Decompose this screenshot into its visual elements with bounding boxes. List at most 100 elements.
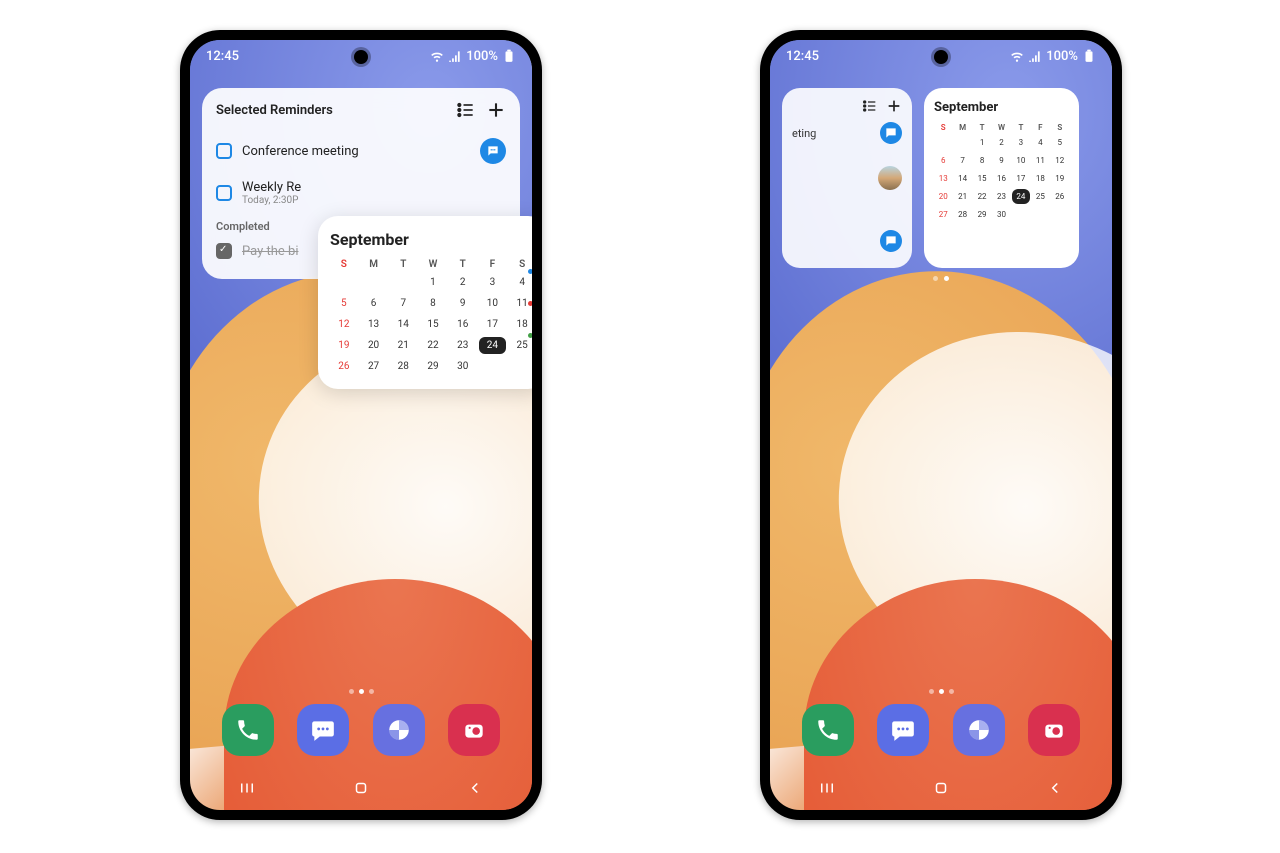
calendar-day[interactable]: 20 [360,337,388,354]
home-button[interactable] [932,779,950,801]
chat-icon[interactable] [880,122,902,144]
list-icon[interactable] [862,98,878,114]
wifi-icon [1010,49,1024,63]
calendar-day[interactable]: 23 [449,337,477,354]
calendar-day[interactable]: 12 [1051,153,1069,168]
page-indicator [190,689,532,694]
recents-button[interactable] [818,779,836,801]
calendar-day[interactable]: 6 [934,153,952,168]
calendar-day[interactable]: 3 [1012,135,1030,150]
calendar-day[interactable]: 7 [389,295,417,312]
calendar-day[interactable]: 20 [934,189,952,204]
calendar-day[interactable]: 16 [992,171,1010,186]
calendar-day[interactable]: 17 [1012,171,1030,186]
calendar-day[interactable]: 19 [1051,171,1069,186]
calendar-day[interactable]: 16 [449,316,477,333]
calendar-day [934,135,952,150]
calendar-day[interactable]: 19 [330,337,358,354]
reminder-item[interactable]: Weekly Re Today, 2:30P [216,172,506,214]
camera-app[interactable] [448,704,500,756]
calendar-day[interactable]: 11 [1031,153,1049,168]
calendar-day[interactable]: 27 [360,358,388,375]
calendar-day[interactable]: 22 [973,189,991,204]
calendar-day[interactable]: 14 [389,316,417,333]
calendar-day[interactable]: 15 [419,316,447,333]
chat-icon[interactable] [880,230,902,252]
calendar-day[interactable]: 8 [419,295,447,312]
calendar-event[interactable]: M3 [528,330,532,350]
calendar-day [1051,207,1069,222]
checkbox-done-icon[interactable] [216,243,232,259]
photo-badge [878,166,902,190]
checkbox-icon[interactable] [216,185,232,201]
calendar-day[interactable]: 9 [449,295,477,312]
messages-app[interactable] [297,704,349,756]
plus-icon[interactable] [886,98,902,114]
calendar-day[interactable]: 1 [419,274,447,291]
calendar-day[interactable]: 18 [1031,171,1049,186]
battery-icon [1082,49,1096,63]
back-button[interactable] [466,779,484,801]
calendar-day[interactable]: 21 [389,337,417,354]
calendar-day[interactable]: 29 [419,358,447,375]
calendar-day[interactable]: 29 [973,207,991,222]
calendar-day[interactable]: 3 [479,274,507,291]
wifi-icon [430,49,444,63]
calendar-day[interactable]: 14 [953,171,971,186]
calendar-day[interactable]: 28 [953,207,971,222]
calendar-day[interactable]: 12 [330,316,358,333]
calendar-day[interactable]: 30 [992,207,1010,222]
calendar-widget[interactable]: September SMTWTFS12345678910111213141516… [318,216,532,389]
calendar-day[interactable]: 2 [992,135,1010,150]
calendar-day[interactable]: 5 [1051,135,1069,150]
calendar-event[interactable]: DA [528,266,532,286]
calendar-day[interactable]: 21 [953,189,971,204]
calendar-widget-compact[interactable]: September SMTWTFS12345678910111213141516… [924,88,1079,268]
calendar-day[interactable]: 15 [973,171,991,186]
calendar-day[interactable]: 27 [934,207,952,222]
reminders-widget-compact[interactable]: eting [782,88,912,268]
calendar-day[interactable]: 30 [449,358,477,375]
calendar-day[interactable]: 4 [1031,135,1049,150]
browser-app[interactable] [373,704,425,756]
calendar-day [1012,207,1030,222]
calendar-day[interactable]: 13 [360,316,388,333]
list-icon[interactable] [456,100,476,120]
dock [190,704,532,756]
calendar-day[interactable]: 26 [1051,189,1069,204]
home-button[interactable] [352,779,370,801]
calendar-day[interactable]: 5 [330,295,358,312]
calendar-day[interactable]: 10 [479,295,507,312]
calendar-day[interactable]: 24 [479,337,507,354]
calendar-day[interactable]: 17 [479,316,507,333]
calendar-day[interactable]: 22 [419,337,447,354]
camera-app[interactable] [1028,704,1080,756]
back-button[interactable] [1046,779,1064,801]
checkbox-icon[interactable] [216,143,232,159]
calendar-day[interactable]: 8 [973,153,991,168]
messages-app[interactable] [877,704,929,756]
chat-icon[interactable] [480,138,506,164]
calendar-day[interactable]: 26 [330,358,358,375]
phone-app[interactable] [802,704,854,756]
calendar-day[interactable]: 2 [449,274,477,291]
calendar-day [389,274,417,291]
screen: 12:45 100% eting [770,40,1112,810]
calendar-day[interactable]: 6 [360,295,388,312]
calendar-day[interactable]: 7 [953,153,971,168]
browser-app[interactable] [953,704,1005,756]
reminder-item[interactable]: Conference meeting [216,130,506,172]
calendar-event[interactable]: S11 [528,298,532,318]
calendar-day[interactable]: 9 [992,153,1010,168]
calendar-day[interactable]: 1 [973,135,991,150]
reminders-title: Selected Reminders [216,103,333,118]
recents-button[interactable] [238,779,256,801]
calendar-day[interactable]: 28 [389,358,417,375]
plus-icon[interactable] [486,100,506,120]
calendar-day[interactable]: 25 [1031,189,1049,204]
calendar-day[interactable]: 13 [934,171,952,186]
calendar-day[interactable]: 24 [1012,189,1030,204]
calendar-day[interactable]: 10 [1012,153,1030,168]
calendar-day[interactable]: 23 [992,189,1010,204]
phone-app[interactable] [222,704,274,756]
